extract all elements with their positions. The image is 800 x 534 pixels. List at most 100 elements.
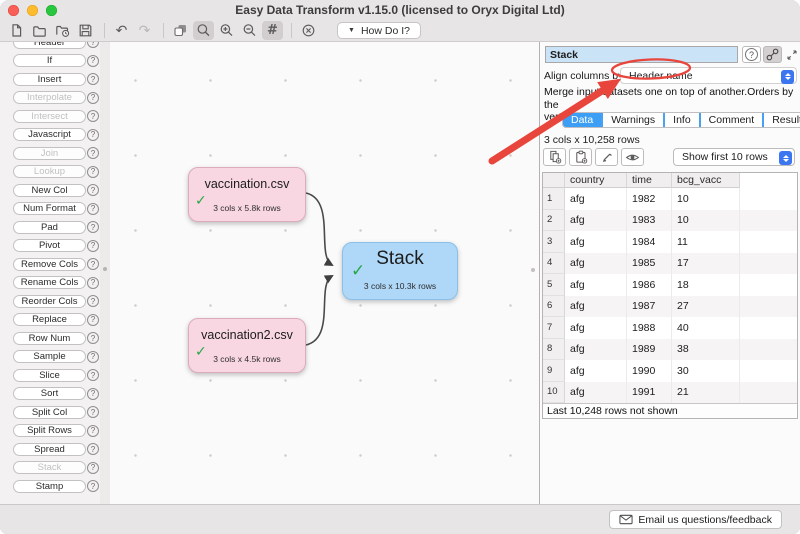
sidebar-item-sample[interactable]: Sample bbox=[13, 350, 86, 363]
help-icon[interactable]: ? bbox=[87, 110, 99, 122]
workflow-canvas[interactable]: ✓ vaccination.csv 3 cols x 5.8k rows ✓ v… bbox=[110, 42, 539, 504]
sidebar-item-sort[interactable]: Sort bbox=[13, 387, 86, 400]
table-cell: 21 bbox=[672, 382, 740, 404]
help-button[interactable]: ? bbox=[742, 46, 761, 63]
tab-data[interactable]: Data bbox=[563, 113, 601, 127]
table-row[interactable]: 10afg199121 bbox=[543, 382, 797, 404]
zoom-out-icon[interactable] bbox=[239, 21, 260, 40]
table-row[interactable]: 4afg198517 bbox=[543, 253, 797, 275]
check-icon: ✓ bbox=[351, 261, 365, 281]
column-header-bcg_vacc[interactable]: bcg_vacc bbox=[672, 173, 740, 188]
zoom-in-icon[interactable] bbox=[216, 21, 237, 40]
copy-to-clipboard-button[interactable] bbox=[569, 148, 592, 166]
tab-warnings[interactable]: Warnings bbox=[603, 113, 663, 127]
snap-grid-icon[interactable]: # bbox=[262, 21, 283, 40]
table-row[interactable]: 3afg198411 bbox=[543, 231, 797, 253]
sidebar-item-pad[interactable]: Pad bbox=[13, 221, 86, 234]
sidebar-splitter[interactable] bbox=[100, 42, 110, 504]
table-row[interactable]: 7afg198840 bbox=[543, 317, 797, 339]
help-icon[interactable]: ? bbox=[87, 73, 99, 85]
help-icon[interactable]: ? bbox=[87, 92, 99, 104]
how-do-i-button[interactable]: ▼ How Do I? bbox=[337, 22, 421, 39]
help-icon[interactable]: ? bbox=[87, 258, 99, 270]
sidebar-item-if[interactable]: If bbox=[13, 54, 86, 67]
help-icon[interactable]: ? bbox=[87, 369, 99, 381]
sidebar-item-pivot[interactable]: Pivot bbox=[13, 239, 86, 252]
table-cell: 11 bbox=[672, 231, 740, 253]
help-icon[interactable]: ? bbox=[87, 240, 99, 252]
sidebar-item-split-rows[interactable]: Split Rows bbox=[13, 424, 86, 437]
table-row[interactable]: 2afg198310 bbox=[543, 210, 797, 232]
table-row[interactable]: 1afg198210 bbox=[543, 188, 797, 210]
column-header-time[interactable]: time bbox=[627, 173, 672, 188]
sidebar-item-header[interactable]: Header bbox=[13, 42, 86, 49]
sidebar-row: Split Col? bbox=[0, 403, 100, 422]
save-icon[interactable] bbox=[75, 21, 96, 40]
table-row[interactable]: 5afg198618 bbox=[543, 274, 797, 296]
help-icon[interactable]: ? bbox=[87, 406, 99, 418]
recent-files-icon[interactable] bbox=[52, 21, 73, 40]
sidebar-item-new-col[interactable]: New Col bbox=[13, 184, 86, 197]
column-header-country[interactable]: country bbox=[565, 173, 627, 188]
sidebar-item-remove-cols[interactable]: Remove Cols bbox=[13, 258, 86, 271]
sidebar-item-rename-cols[interactable]: Rename Cols bbox=[13, 276, 86, 289]
link-button[interactable] bbox=[763, 46, 782, 63]
sidebar-item-spread[interactable]: Spread bbox=[13, 443, 86, 456]
align-columns-dropdown[interactable]: Header name bbox=[620, 67, 797, 84]
table-row[interactable]: 6afg198727 bbox=[543, 296, 797, 318]
open-folder-icon[interactable] bbox=[29, 21, 50, 40]
help-icon[interactable]: ? bbox=[87, 462, 99, 474]
email-feedback-button[interactable]: Email us questions/feedback bbox=[609, 510, 782, 529]
help-icon[interactable]: ? bbox=[87, 203, 99, 215]
table-row[interactable]: 9afg199030 bbox=[543, 360, 797, 382]
tab-info[interactable]: Info bbox=[665, 113, 699, 127]
help-icon[interactable]: ? bbox=[87, 388, 99, 400]
expand-panel-button[interactable] bbox=[784, 46, 800, 63]
new-file-icon[interactable] bbox=[6, 21, 27, 40]
preview-button[interactable] bbox=[621, 148, 644, 166]
tab-comment[interactable]: Comment bbox=[701, 113, 763, 127]
panel-splitter-handle-icon[interactable] bbox=[531, 268, 535, 272]
help-icon[interactable]: ? bbox=[87, 425, 99, 437]
how-do-i-label: How Do I? bbox=[361, 25, 410, 37]
help-icon[interactable]: ? bbox=[87, 332, 99, 344]
sidebar-row: Header? bbox=[0, 42, 100, 52]
help-icon[interactable]: ? bbox=[87, 221, 99, 233]
help-icon[interactable]: ? bbox=[87, 129, 99, 141]
node-vaccination-csv[interactable]: ✓ vaccination.csv 3 cols x 5.8k rows bbox=[188, 167, 306, 222]
help-icon[interactable]: ? bbox=[87, 166, 99, 178]
copy-data-button[interactable] bbox=[543, 148, 566, 166]
show-rows-dropdown[interactable]: Show first 10 rows bbox=[673, 148, 795, 166]
node-stack[interactable]: ✓ Stack 3 cols x 10.3k rows bbox=[342, 242, 458, 300]
sidebar-item-num-format[interactable]: Num Format bbox=[13, 202, 86, 215]
sidebar-item-slice[interactable]: Slice bbox=[13, 369, 86, 382]
row-number: 2 bbox=[543, 210, 565, 232]
edit-data-button[interactable] bbox=[595, 148, 618, 166]
help-icon[interactable]: ? bbox=[87, 55, 99, 67]
undo-icon[interactable]: ↶ bbox=[111, 21, 132, 40]
help-icon[interactable]: ? bbox=[87, 147, 99, 159]
sidebar-item-reorder-cols[interactable]: Reorder Cols bbox=[13, 295, 86, 308]
help-icon[interactable]: ? bbox=[87, 277, 99, 289]
sidebar-item-replace[interactable]: Replace bbox=[13, 313, 86, 326]
layers-icon[interactable] bbox=[170, 21, 191, 40]
sidebar-row: Pivot? bbox=[0, 237, 100, 256]
node-vaccination2-csv[interactable]: ✓ vaccination2.csv 3 cols x 4.5k rows bbox=[188, 318, 306, 373]
help-icon[interactable]: ? bbox=[87, 314, 99, 326]
help-icon[interactable]: ? bbox=[87, 443, 99, 455]
sidebar-item-split-col[interactable]: Split Col bbox=[13, 406, 86, 419]
help-icon[interactable]: ? bbox=[87, 480, 99, 492]
sidebar-item-stamp[interactable]: Stamp bbox=[13, 480, 86, 493]
table-row[interactable]: 8afg198938 bbox=[543, 339, 797, 361]
transform-name-field[interactable] bbox=[545, 46, 738, 63]
help-icon[interactable]: ? bbox=[87, 184, 99, 196]
help-icon[interactable]: ? bbox=[87, 42, 99, 48]
sidebar-item-javascript[interactable]: Javascript bbox=[13, 128, 86, 141]
remove-item-icon[interactable] bbox=[298, 21, 319, 40]
sidebar-item-row-num[interactable]: Row Num bbox=[13, 332, 86, 345]
help-icon[interactable]: ? bbox=[87, 351, 99, 363]
sidebar-item-insert[interactable]: Insert bbox=[13, 73, 86, 86]
help-icon[interactable]: ? bbox=[87, 295, 99, 307]
zoom-tool-icon[interactable] bbox=[193, 21, 214, 40]
tab-results[interactable]: Results bbox=[764, 113, 800, 127]
